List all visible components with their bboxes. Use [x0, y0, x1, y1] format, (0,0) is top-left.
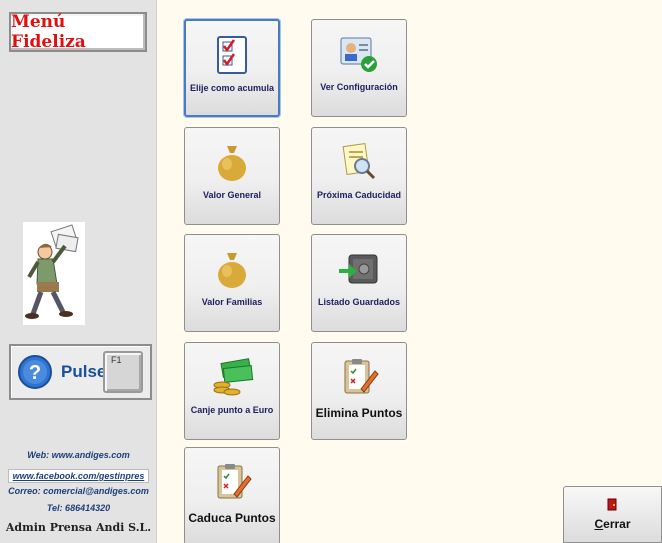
sidebar: Menú Fideliza ? Pulse F1 Web: www.andige… — [0, 0, 157, 543]
f1-key-label: F1 — [111, 355, 122, 365]
tile-canje-punto-a-euro[interactable]: Canje punto a Euro — [184, 342, 280, 440]
help-panel[interactable]: ? Pulse F1 — [9, 344, 152, 400]
tile-elimina-puntos[interactable]: Elimina Puntos — [311, 342, 407, 440]
tile-label: Próxima Caducidad — [316, 190, 402, 200]
mascot-image — [23, 222, 85, 325]
tile-ver-configuracion[interactable]: Ver Configuración — [311, 19, 407, 117]
clipboard-edit-icon — [210, 460, 254, 504]
phone-text: Tel: 686414320 — [46, 503, 111, 513]
door-exit-icon — [607, 498, 617, 511]
svg-text:?: ? — [29, 362, 41, 384]
safe-icon — [337, 247, 381, 291]
email-text: Correo: comercial@andiges.com — [8, 486, 149, 496]
facebook-link[interactable]: www.facebook.com/gestinpres — [8, 469, 149, 483]
tile-label: Elimina Puntos — [315, 406, 403, 420]
checklist-icon — [210, 33, 254, 77]
website-text: Web: www.andiges.com — [27, 450, 130, 460]
company-name: Admin Prensa Andi S.L. — [5, 521, 152, 534]
document-search-icon — [337, 140, 381, 184]
tile-proxima-caducidad[interactable]: Próxima Caducidad — [311, 127, 407, 225]
cash-coins-icon — [210, 355, 254, 399]
f1-key-button[interactable]: F1 — [103, 351, 143, 393]
tile-valor-familias[interactable]: Valor Familias — [184, 234, 280, 332]
tile-label: Valor General — [202, 190, 262, 200]
tile-label: Valor Familias — [201, 297, 263, 307]
tile-label: Elije como acumula — [189, 83, 275, 93]
money-bag-icon — [210, 140, 254, 184]
tile-valor-general[interactable]: Valor General — [184, 127, 280, 225]
money-bag-icon — [210, 247, 254, 291]
tile-label: Canje punto a Euro — [190, 405, 274, 415]
close-button-label: Cerrar — [594, 517, 631, 531]
help-icon: ? — [18, 355, 52, 389]
tile-caduca-puntos[interactable]: Caduca Puntos — [184, 447, 280, 543]
clipboard-edit-icon — [337, 355, 381, 399]
close-button[interactable]: Cerrar — [563, 486, 662, 543]
tile-label: Ver Configuración — [320, 82, 398, 92]
tile-label: Caduca Puntos — [188, 511, 276, 525]
pulse-label: Pulse — [61, 362, 107, 381]
menu-title: Menú Fideliza — [9, 12, 147, 52]
tile-elije-como-acumula[interactable]: Elije como acumula — [184, 19, 280, 117]
tile-label: Listado Guardados — [317, 297, 400, 307]
tile-listado-guardados[interactable]: Listado Guardados — [311, 234, 407, 332]
id-card-check-icon — [337, 32, 381, 76]
